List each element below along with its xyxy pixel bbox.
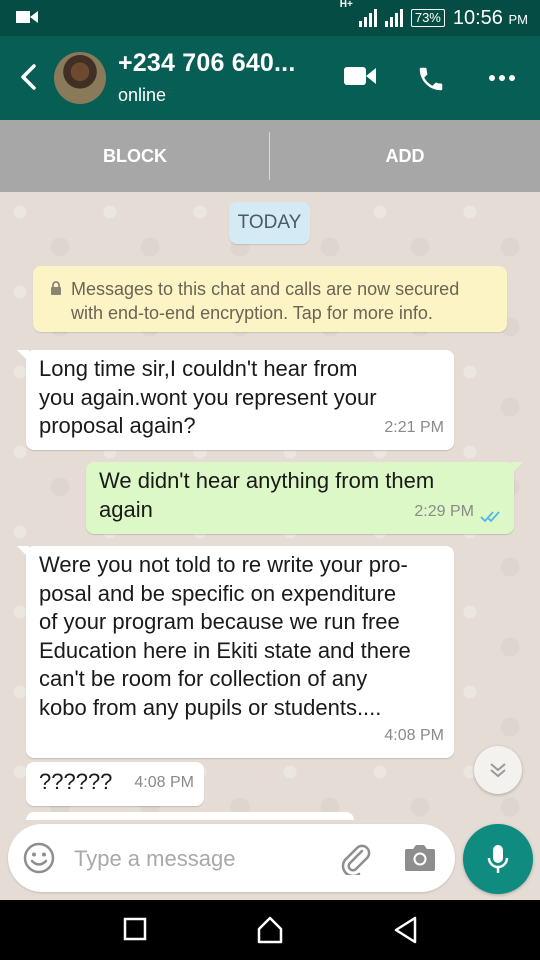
- signal-2-icon: [384, 9, 403, 27]
- chevron-double-down-icon: [490, 763, 506, 778]
- microphone-icon: [487, 845, 509, 873]
- message-line: you again.wont you represent your: [39, 384, 377, 410]
- status-bar: H+ 73% 10:56 PM: [0, 0, 540, 36]
- block-button[interactable]: BLOCK: [0, 120, 270, 192]
- message-line: again: [99, 496, 153, 522]
- voice-call-icon[interactable]: [416, 64, 446, 94]
- video-call-icon[interactable]: [343, 64, 377, 88]
- back-arrow-icon[interactable]: [18, 64, 40, 90]
- bubble-tail: [17, 546, 29, 558]
- recent-apps-icon[interactable]: [123, 915, 147, 945]
- encryption-notice-line-2: with end-to-end encryption. Tap for more…: [71, 303, 433, 323]
- encryption-notice-line-1: Messages to this chat and calls are now …: [71, 279, 460, 299]
- message-line: We didn't hear anything from them: [99, 468, 435, 493]
- message-composer: [8, 824, 455, 892]
- contact-name[interactable]: +234 706 640...: [118, 49, 295, 78]
- message-list[interactable]: TODAY Messages to this chat and calls ar…: [0, 192, 540, 820]
- back-triangle-icon[interactable]: [393, 915, 417, 945]
- bubble-tail: [17, 350, 29, 362]
- battery-indicator: 73%: [410, 9, 445, 27]
- video-recording-icon: [16, 11, 38, 23]
- home-icon[interactable]: [256, 915, 284, 945]
- voice-record-button[interactable]: [463, 824, 533, 894]
- message-bubble-incoming[interactable]: ?????? 4:08 PM: [26, 762, 204, 806]
- scroll-to-bottom-button[interactable]: [474, 746, 522, 794]
- encryption-notice[interactable]: Messages to this chat and calls are now …: [33, 266, 507, 332]
- message-line: Long time sir,I couldn't hear from: [39, 356, 358, 381]
- status-right: H+ 73% 10:56 PM: [340, 0, 528, 36]
- clock: 10:56 PM: [453, 7, 528, 30]
- message-bubble-outgoing[interactable]: We didn't hear anything from them again …: [86, 462, 523, 534]
- emoji-icon[interactable]: [23, 842, 55, 874]
- message-time: 4:08 PM: [134, 773, 194, 791]
- message-time: 2:21 PM: [384, 418, 444, 436]
- camera-icon[interactable]: [404, 843, 436, 873]
- message-line: can't be room for collection of any: [39, 666, 368, 691]
- message-line: Were you not told to re write your pro-: [39, 552, 408, 577]
- contact-avatar[interactable]: [54, 52, 106, 104]
- double-check-read-icon: [480, 511, 500, 523]
- message-line: kobo from any pupils or students....: [39, 694, 382, 720]
- chat-header: +234 706 640... online: [0, 36, 540, 120]
- add-button[interactable]: ADD: [270, 120, 540, 192]
- date-chip: TODAY: [229, 202, 310, 244]
- message-bubble-incoming[interactable]: Were you not told to re write your pro- …: [17, 546, 454, 758]
- signal-icon: [358, 9, 377, 27]
- message-time: 4:08 PM: [384, 726, 444, 744]
- clock-ampm: PM: [508, 11, 529, 27]
- system-navigation-bar: [0, 900, 540, 960]
- network-type-label: H+: [339, 0, 353, 10]
- message-text: Long time sir,I couldn't hear from you a…: [39, 355, 377, 441]
- message-line: ??????: [39, 769, 113, 794]
- message-time: 2:29 PM: [414, 502, 474, 520]
- message-bubble-incoming[interactable]: Long time sir,I couldn't hear from you a…: [17, 350, 454, 450]
- message-input[interactable]: [72, 838, 326, 880]
- clock-time: 10:56: [452, 6, 503, 29]
- message-line: proposal again?: [39, 413, 196, 438]
- lock-icon: [51, 281, 61, 295]
- message-bubble-incoming-partial[interactable]: [26, 812, 354, 820]
- paperclip-icon[interactable]: [338, 843, 372, 875]
- contact-status: online: [118, 85, 167, 105]
- unknown-contact-actions: BLOCK ADD: [0, 120, 540, 192]
- more-options-icon[interactable]: [488, 74, 516, 82]
- message-line: posal and be specific on expenditure: [39, 580, 397, 606]
- message-line: Education here in Ekiti state and there: [39, 637, 411, 663]
- message-text: We didn't hear anything from them again: [99, 467, 434, 524]
- message-line: of your program because we run free: [39, 609, 400, 634]
- message-text: ??????: [39, 768, 112, 797]
- bubble-tail: [511, 462, 523, 474]
- message-text: Were you not told to re write your pro- …: [39, 551, 411, 722]
